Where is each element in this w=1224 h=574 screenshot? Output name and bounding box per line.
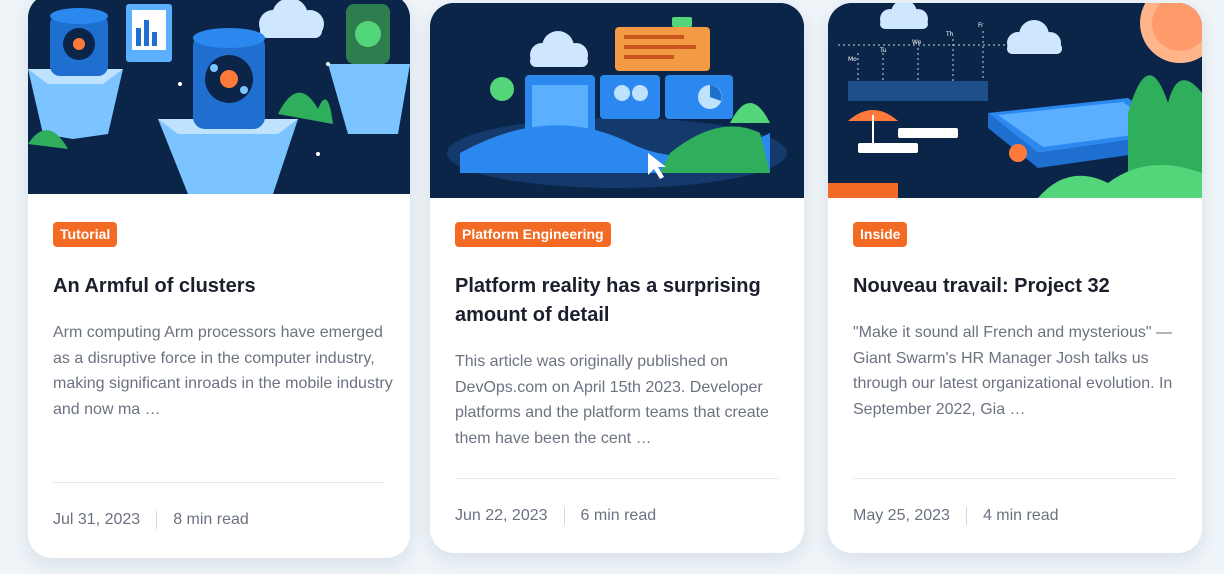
calendar-day-label: Th	[945, 31, 954, 38]
article-card[interactable]: Tutorial An Armful of clusters Arm compu…	[28, 0, 410, 558]
article-card[interactable]: Mo Tu We Th Fr Inside Nouveau travail: P…	[828, 3, 1202, 553]
publish-date: Jul 31, 2023	[53, 511, 141, 528]
publish-date: May 25, 2023	[853, 507, 950, 524]
calendar-day-label: Mo	[848, 56, 857, 63]
meta-separator	[563, 507, 565, 525]
article-title[interactable]: Nouveau travail: Project 32	[853, 272, 1183, 301]
article-excerpt: Arm computing Arm processors have emerge…	[53, 324, 393, 418]
divider	[455, 478, 779, 479]
divider	[853, 478, 1177, 479]
article-excerpt: This article was originally published on…	[455, 353, 769, 447]
read-time: 8 min read	[173, 511, 249, 528]
calendar-day-label: We	[912, 39, 922, 46]
pool-calendar-illustration[interactable]: Mo Tu We Th Fr	[828, 3, 1202, 198]
read-time: 6 min read	[580, 507, 657, 524]
article-excerpt: "Make it sound all French and mysterious…	[853, 324, 1173, 418]
platform-dashboard-illustration[interactable]	[430, 3, 804, 198]
servers-clusters-illustration[interactable]	[28, 0, 410, 194]
article-title[interactable]: Platform reality has a surprising amount…	[455, 272, 775, 330]
read-time: 4 min read	[982, 507, 1059, 524]
article-meta: Jun 22, 2023 6 min read	[455, 506, 656, 526]
publish-date: Jun 22, 2023	[455, 507, 548, 524]
article-title[interactable]: An Armful of clusters	[53, 272, 388, 301]
article-card[interactable]: Platform Engineering Platform reality ha…	[430, 3, 804, 553]
divider	[53, 482, 385, 483]
calendar-day-label: Tu	[879, 47, 887, 54]
article-meta: Jul 31, 2023 8 min read	[53, 510, 249, 530]
article-meta: May 25, 2023 4 min read	[853, 506, 1059, 526]
category-tag[interactable]: Inside	[853, 222, 908, 247]
calendar-day-label: Fr	[978, 22, 984, 29]
category-tag[interactable]: Tutorial	[53, 222, 118, 247]
meta-separator	[965, 507, 967, 525]
category-tag[interactable]: Platform Engineering	[455, 222, 611, 247]
meta-separator	[156, 511, 158, 529]
